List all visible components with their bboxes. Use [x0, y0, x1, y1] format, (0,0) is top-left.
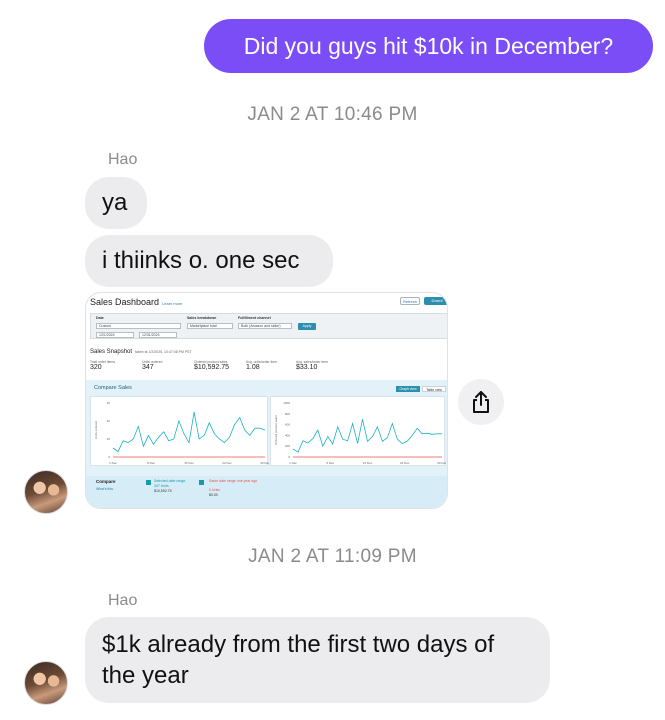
sender-name: Hao [108, 592, 138, 609]
y-tick-label: 400 [285, 433, 290, 437]
shared-screenshot-image[interactable]: Sales Dashboard Learn more Refresh Downl … [85, 292, 448, 509]
avatar[interactable] [24, 470, 68, 514]
series-line-selected [292, 419, 442, 453]
units-chart: Units ordered 30 20 10 0 1 Dec 8 Dec 15 Dec 22 D… [90, 396, 270, 466]
metric: Avg. units/order item 1.08 [246, 360, 278, 371]
refresh-button: Refresh [400, 297, 420, 305]
share-icon [473, 391, 489, 413]
x-tick-label: 15 Dec [363, 461, 373, 465]
y-tick-label: 0 [108, 455, 110, 459]
metric: Ordered product sales $10,592.75 [194, 360, 230, 371]
y-tick-label: 600 [285, 423, 290, 427]
y-tick-label: 0 [288, 455, 290, 459]
axis-label: Ordered product sales [274, 415, 278, 445]
filter-bar: Date Custom 12/1/2024 12/31/2024 Sales b… [90, 313, 447, 339]
sender-name: Hao [108, 151, 138, 168]
units-line-chart: Units ordered 30 20 10 0 1 Dec 8 Dec 15 Dec 22 D… [94, 401, 270, 465]
y-tick-label: 30 [107, 401, 111, 405]
share-button[interactable] [458, 379, 504, 425]
x-tick-label: 30 Dec [437, 461, 446, 465]
metric: Total order items 320 [90, 360, 116, 371]
series-line-selected [112, 411, 266, 453]
incoming-message-bubble[interactable]: i thiinks o. one sec [85, 235, 333, 287]
sales-line-chart: Ordered product sales 1000 800 600 400 200 0 1 … [274, 401, 447, 465]
compare-sales-panel: Compare Sales Graph view Table view Unit… [86, 380, 447, 508]
timestamp: JAN 2 AT 10:46 PM [247, 104, 418, 125]
y-tick-label: 200 [285, 444, 290, 448]
metric: Avg. sales/order item $33.10 [296, 360, 328, 371]
x-tick-label: 22 Dec [400, 461, 410, 465]
y-tick-label: 10 [107, 437, 111, 441]
timestamp: JAN 2 AT 11:09 PM [248, 546, 417, 567]
x-tick-label: 15 Dec [184, 461, 194, 465]
y-tick-label: 20 [107, 419, 111, 423]
compare-legend: Compare What's this Selected date range … [86, 476, 447, 508]
x-tick-label: 8 Dec [147, 461, 155, 465]
x-tick-label: 22 Dec [222, 461, 232, 465]
y-tick-label: 800 [285, 412, 290, 416]
x-tick-label: 30 Dec [260, 461, 269, 465]
dashboard-title: Sales Dashboard Learn more [90, 297, 183, 307]
x-tick-label: 8 Dec [326, 461, 334, 465]
message-line: the year [102, 662, 189, 689]
metric: Units ordered 347 [142, 360, 163, 371]
sales-chart: Ordered product sales 1000 800 600 400 200 0 1 … [270, 396, 447, 466]
axis-label: Units ordered [94, 421, 98, 439]
outgoing-message-bubble[interactable]: Did you guys hit $10k in December? [204, 19, 653, 73]
x-tick-label: 1 Dec [289, 461, 297, 465]
download-button: Downl [424, 297, 447, 305]
snapshot-title: Sales Snapshot taken at 1/2/2025, 10:47:0… [90, 349, 192, 355]
avatar[interactable] [24, 661, 68, 705]
x-tick-label: 1 Dec [109, 461, 117, 465]
incoming-message-bubble[interactable]: $1k already from the first two days of t… [85, 617, 550, 703]
message-line: $1k already from the first two days of [102, 631, 495, 658]
y-tick-label: 1000 [283, 401, 290, 405]
incoming-message-bubble[interactable]: ya [85, 177, 147, 229]
